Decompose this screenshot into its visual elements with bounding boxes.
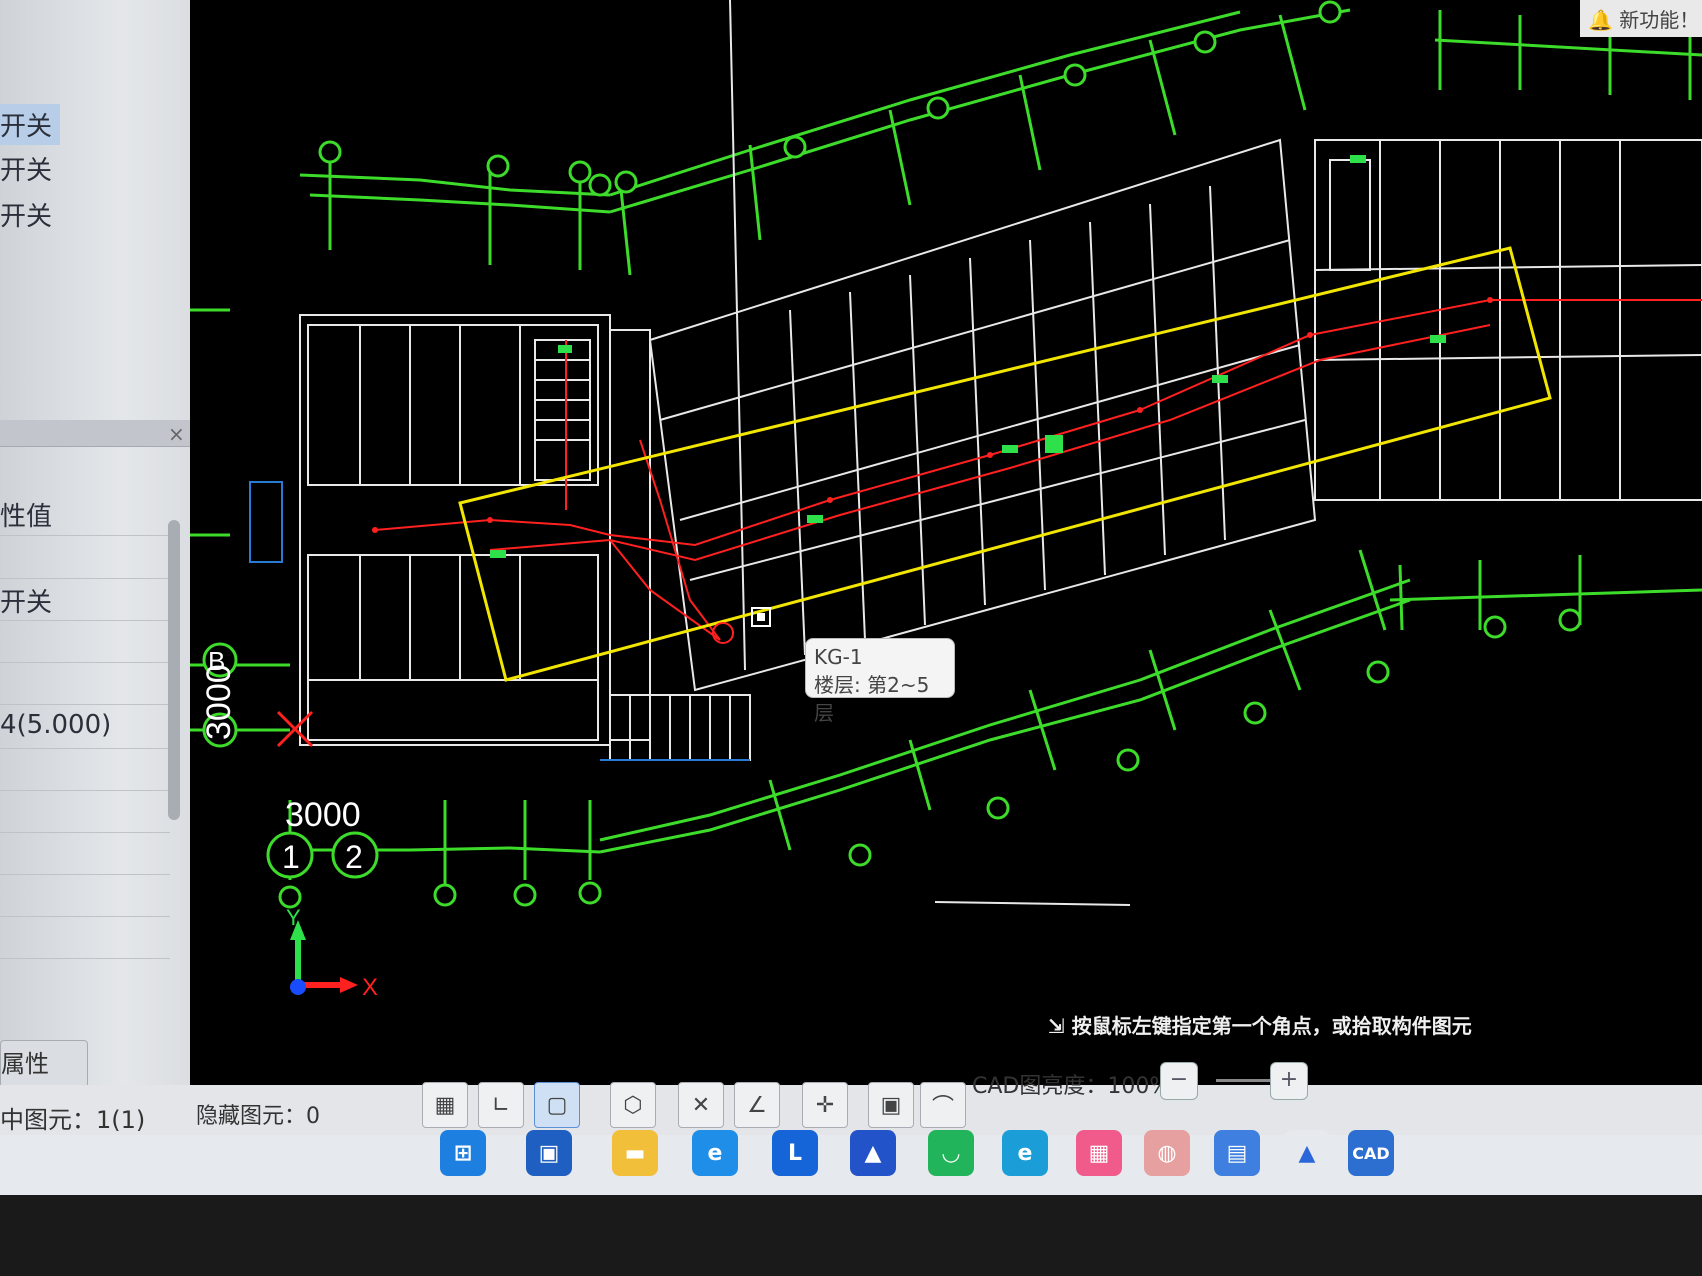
attributes-button[interactable]: 属性 (0, 1040, 88, 1088)
move-icon[interactable]: ✛ (802, 1082, 848, 1128)
bell-icon: 🔔 (1588, 8, 1620, 32)
property-row-divider (0, 704, 170, 705)
store-icon[interactable]: ▣ (526, 1130, 572, 1176)
edge-icon[interactable]: e (1002, 1130, 1048, 1176)
dimension-label-bottom: 3000 (285, 796, 361, 834)
component-list-item-1[interactable]: 开关 (0, 104, 61, 145)
tooltip-floor: 楼层: 第2~5层 (814, 673, 930, 725)
property-header-value: 性值 (0, 502, 53, 532)
building-walls (299, 0, 1702, 761)
axis-grid-top (299, 8, 1702, 276)
svg-text:X: X (362, 974, 378, 1001)
blue-elements (249, 481, 750, 761)
zoom-out-icon[interactable]: − (1160, 1062, 1198, 1100)
cross-icon[interactable]: ✕ (678, 1082, 724, 1128)
axis-markers-top (318, 0, 1342, 197)
cube-view-icon[interactable]: ⬡ (610, 1082, 656, 1128)
axis-label-b: B (208, 646, 225, 676)
grid-select-icon[interactable]: ▦ (422, 1082, 468, 1128)
property-row-divider (0, 662, 170, 663)
component-list-item-2[interactable]: 开关 (0, 150, 52, 187)
electrical-wiring (374, 299, 1702, 641)
selected-switch-marker[interactable] (712, 607, 771, 644)
wechat-icon[interactable]: ◍ (1144, 1130, 1190, 1176)
triangle-app-icon[interactable]: ▲ (850, 1130, 896, 1176)
monitor-bezel (0, 1195, 1702, 1276)
property-row-divider (0, 916, 170, 917)
folder-icon[interactable]: ▬ (612, 1130, 658, 1176)
grid-app-icon[interactable]: ▤ (1214, 1130, 1260, 1176)
property-row-divider (0, 748, 170, 749)
new-feature-notice[interactable]: 🔔 新功能！ [安 (1580, 0, 1702, 37)
properties-panel: 开关 开关 开关 × 性值 开关 4(5.000) 属性 (0, 0, 207, 1120)
bilibili-icon[interactable]: ▦ (1076, 1130, 1122, 1176)
hidden-count: 隐藏图元：0 (196, 1104, 320, 1129)
property-elevation-value[interactable]: 4(5.000) (0, 710, 111, 740)
device-markers (490, 155, 1446, 558)
layers-icon[interactable]: ▣ (868, 1082, 914, 1128)
arc-icon[interactable]: ⌒ (920, 1082, 966, 1128)
property-row-divider (0, 958, 170, 959)
corner-icon[interactable]: ∟ (478, 1082, 524, 1128)
scale-line (934, 901, 1131, 906)
axis-label-1: 1 (282, 839, 300, 875)
cad-canvas[interactable]: 3000 3000 1 2 B Y X (190, 0, 1702, 1085)
axis-label-2: 2 (345, 839, 363, 875)
selection-box (458, 246, 1552, 682)
pick-cursor-icon: ⇲ (1048, 1014, 1072, 1038)
selected-count: 中图元：1(1) (0, 1106, 146, 1134)
component-list-item-3[interactable]: 开关 (0, 196, 52, 233)
svg-text:Y: Y (286, 905, 301, 930)
tooltip-name: KG-1 (814, 645, 863, 669)
angle-icon[interactable]: ∠ (734, 1082, 780, 1128)
command-prompt: ⇲ 按鼠标左键指定第一个角点，或拾取构件图元 (1048, 1014, 1472, 1038)
zoom-in-icon[interactable]: + (1270, 1062, 1308, 1100)
axis-grid-bottom (190, 308, 1702, 885)
ucs-axis-icon: Y X (286, 905, 378, 1001)
edge-ai-icon[interactable]: e (692, 1130, 738, 1176)
panel-scrollbar[interactable] (168, 520, 180, 820)
property-row-divider (0, 832, 170, 833)
property-type-value[interactable]: 开关 (0, 582, 52, 619)
property-row-divider (0, 535, 170, 536)
windows-start-icon[interactable]: ⊞ (440, 1130, 486, 1176)
floor-plan-drawing[interactable]: 3000 3000 1 2 B Y X (190, 0, 1702, 1085)
brightness-slider[interactable] (1216, 1079, 1276, 1082)
cad-brightness-label: CAD图亮度：100% (972, 1074, 1171, 1099)
close-icon[interactable]: × (168, 422, 185, 446)
property-row-divider (0, 578, 170, 579)
cad-icon[interactable]: CAD (1348, 1130, 1394, 1176)
property-row-divider (0, 620, 170, 621)
property-row-divider (0, 790, 170, 791)
green-app-icon[interactable]: ◡ (928, 1130, 974, 1176)
component-tooltip: KG-1 楼层: 第2~5层 (805, 638, 955, 725)
l-app-icon[interactable]: L (772, 1130, 818, 1176)
property-row-divider (0, 874, 170, 875)
rect-select-icon[interactable]: ▢ (534, 1082, 580, 1128)
glodon-icon[interactable]: ▲ (1284, 1130, 1330, 1176)
